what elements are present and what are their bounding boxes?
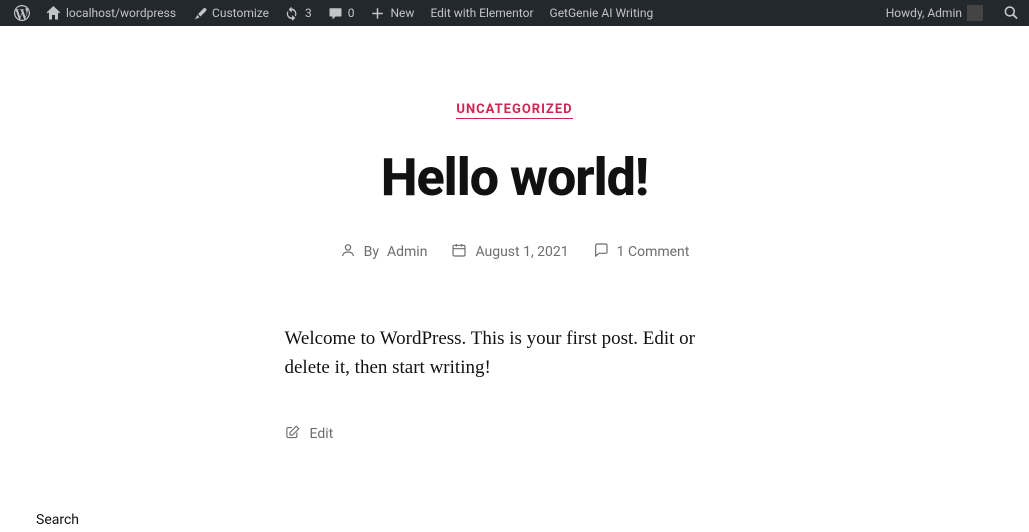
search-icon — [1003, 5, 1019, 21]
site-name-label: localhost/wordpress — [66, 6, 176, 20]
post-header: UNCATEGORIZED Hello world! By Admin Augu… — [195, 26, 835, 262]
plus-icon — [370, 6, 385, 21]
author-meta: By Admin — [340, 242, 428, 262]
edit-post-link[interactable]: Edit — [285, 425, 745, 444]
chat-icon — [593, 242, 609, 262]
updates-link[interactable]: 3 — [277, 0, 320, 26]
admin-bar-left: localhost/wordpress Customize 3 0 New — [6, 0, 661, 26]
comments-link[interactable]: 0 — [320, 0, 363, 26]
edit-label: Edit — [310, 426, 334, 442]
post-title: Hello world! — [195, 147, 835, 208]
person-icon — [340, 242, 356, 262]
my-account-link[interactable]: Howdy, Admin — [878, 0, 991, 26]
avatar-icon — [967, 5, 983, 21]
new-content-link[interactable]: New — [362, 0, 422, 26]
admin-bar-right: Howdy, Admin — [878, 0, 1023, 26]
search-widget-title: Search — [36, 512, 79, 528]
edit-elementor-label: Edit with Elementor — [430, 6, 533, 20]
new-label: New — [390, 6, 414, 20]
category-link[interactable]: UNCATEGORIZED — [456, 102, 572, 119]
getgenie-link[interactable]: GetGenie AI Writing — [542, 0, 662, 26]
getgenie-label: GetGenie AI Writing — [550, 6, 654, 20]
post-meta: By Admin August 1, 2021 1 Comment — [195, 242, 835, 262]
home-icon — [46, 6, 61, 21]
customize-link[interactable]: Customize — [184, 0, 277, 26]
by-prefix: By — [364, 244, 379, 260]
edit-icon — [285, 425, 300, 444]
howdy-label: Howdy, Admin — [886, 6, 962, 20]
edit-elementor-link[interactable]: Edit with Elementor — [422, 0, 541, 26]
update-icon — [285, 6, 300, 21]
calendar-icon — [451, 242, 467, 262]
site-name-menu[interactable]: localhost/wordpress — [38, 0, 184, 26]
comment-icon — [328, 6, 343, 21]
updates-count: 3 — [305, 6, 312, 20]
wp-logo-menu[interactable] — [6, 0, 38, 26]
comments-link[interactable]: 1 Comment — [617, 244, 690, 260]
date-meta: August 1, 2021 — [451, 242, 568, 262]
comments-meta: 1 Comment — [593, 242, 690, 262]
wp-admin-bar: localhost/wordpress Customize 3 0 New — [0, 0, 1029, 26]
post-content: Welcome to WordPress. This is your first… — [285, 324, 745, 383]
post-body: Welcome to WordPress. This is your first… — [285, 324, 745, 444]
author-link[interactable]: Admin — [387, 244, 427, 260]
date-text: August 1, 2021 — [475, 244, 568, 260]
comments-count: 0 — [348, 6, 355, 20]
wordpress-logo-icon — [14, 5, 30, 21]
customize-label: Customize — [212, 6, 269, 20]
search-toggle[interactable] — [999, 0, 1023, 26]
brush-icon — [192, 6, 207, 21]
